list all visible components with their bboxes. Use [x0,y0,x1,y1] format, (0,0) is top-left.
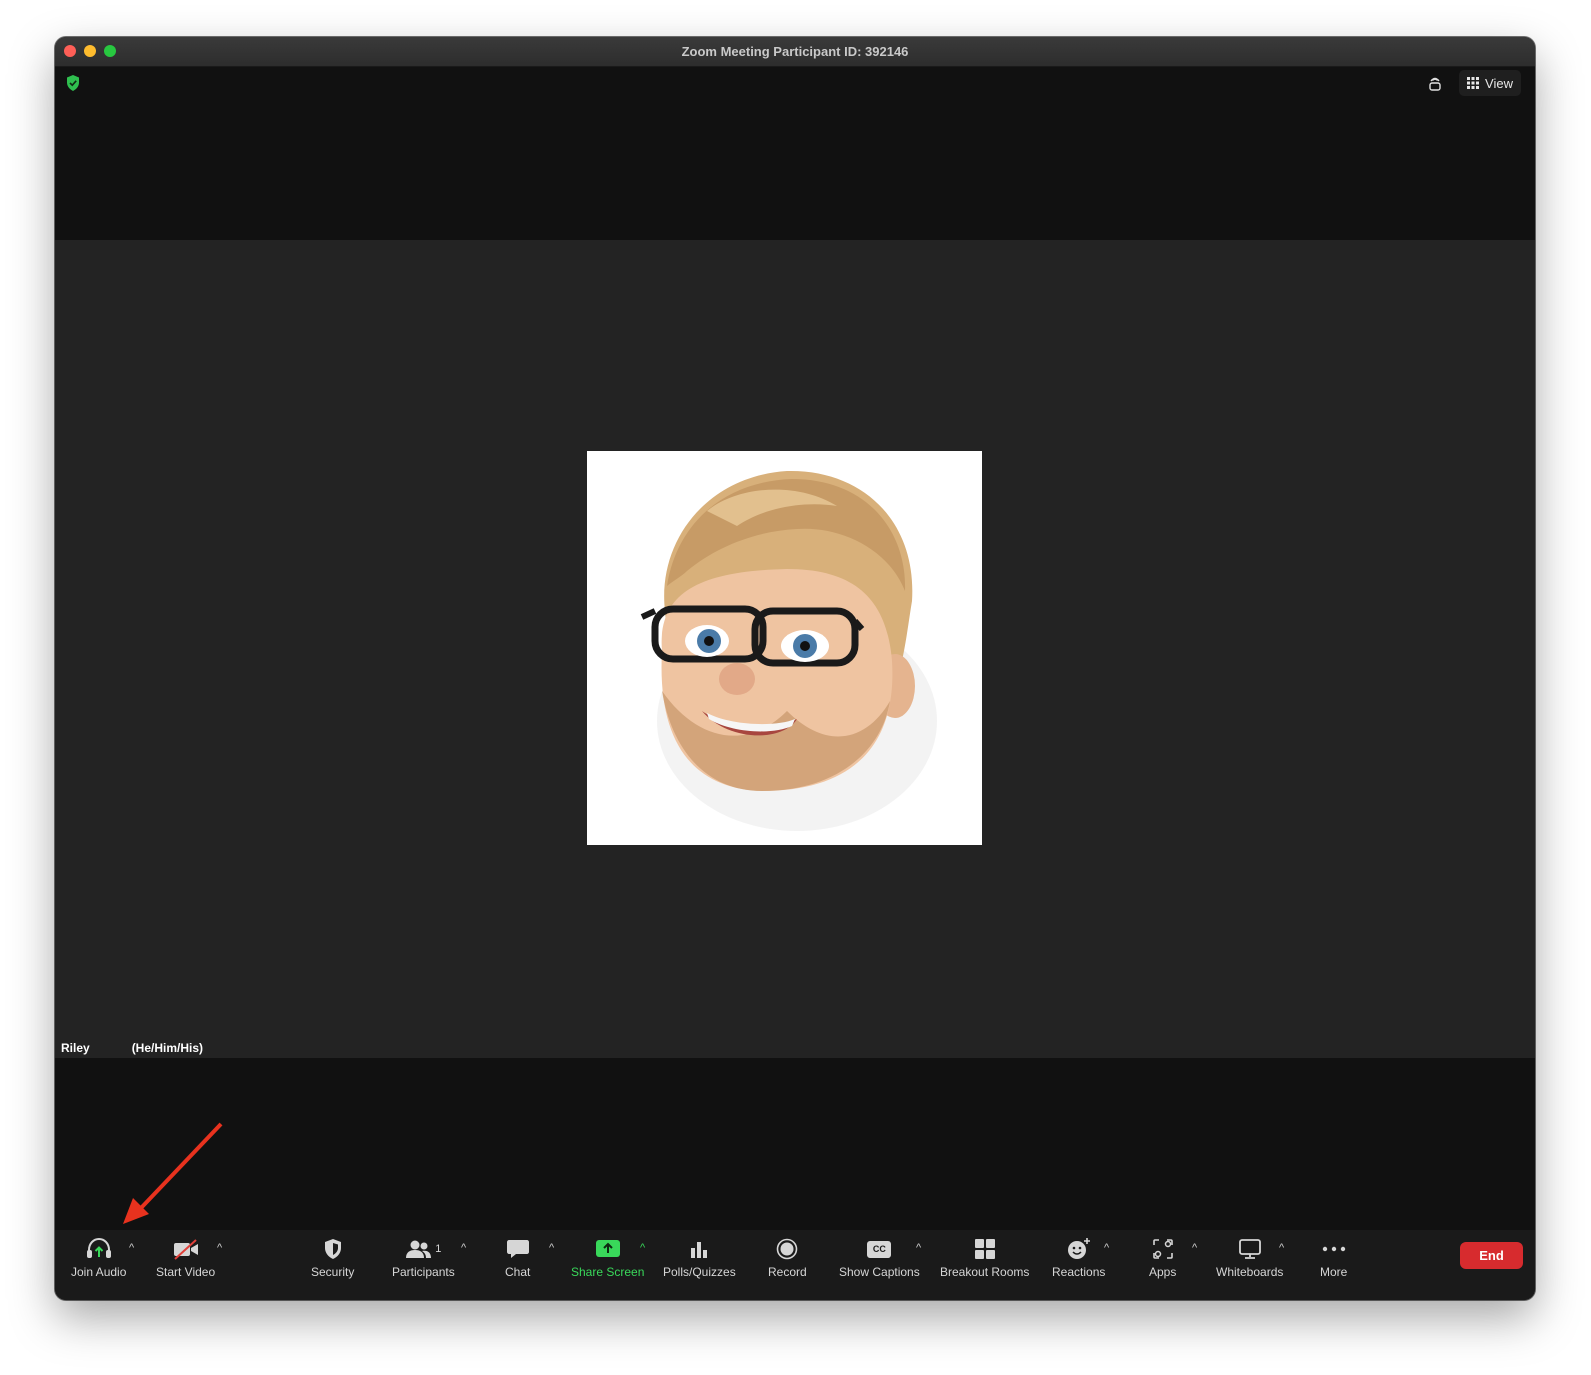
window-title: Zoom Meeting Participant ID: 392146 [681,44,909,59]
more-button[interactable]: More [1320,1236,1347,1284]
record-button[interactable]: Record [768,1236,807,1284]
redacted-name [91,1042,130,1054]
participant-avatar [587,451,982,845]
memoji-avatar-image [640,470,937,831]
share-screen-button[interactable]: Share Screen [571,1236,644,1284]
participants-icon [406,1240,432,1258]
grid-view-icon [1467,77,1480,89]
follow-camera-icon [1429,77,1441,91]
record-label: Record [768,1265,807,1279]
participant-pronouns: (He/Him/His) [131,1041,204,1055]
chat-bubble-icon [506,1240,529,1258]
video-stage[interactable]: Riley (He/Him/His) [55,240,1535,1058]
breakout-rooms-button[interactable]: Breakout Rooms [940,1236,1029,1284]
whiteboards-label: Whiteboards [1216,1265,1284,1279]
participants-count: 1 [435,1243,442,1255]
start-video-label: Start Video [156,1265,216,1279]
join-audio-button[interactable]: Join Audio [71,1236,126,1284]
show-captions-label: Show Captions [839,1265,920,1279]
captions-options-caret[interactable]: ^ [916,1242,921,1254]
security-shield-icon [324,1239,341,1259]
participants-label: Participants [392,1265,455,1279]
breakout-rooms-icon [974,1239,995,1259]
audio-options-caret[interactable]: ^ [129,1242,134,1254]
video-off-icon [173,1239,198,1260]
whiteboard-icon [1238,1239,1261,1259]
reactions-button[interactable]: Reactions [1052,1236,1105,1284]
title-bar: Zoom Meeting Participant ID: 392146 [55,37,1535,67]
headphones-icon [86,1237,111,1258]
apps-icon [1152,1239,1173,1259]
zoom-window: Zoom Meeting Participant ID: 392146 View [55,37,1535,1300]
share-screen-icon [595,1240,620,1257]
share-options-caret[interactable]: ^ [640,1242,645,1254]
reactions-icon [1067,1238,1090,1259]
join-audio-label: Join Audio [71,1265,127,1279]
share-screen-label: Share Screen [571,1265,645,1279]
participant-first-name: Riley [61,1041,90,1055]
view-button[interactable]: View [1459,70,1521,96]
meeting-toolbar: Join Audio ^ Start Video ^ Security 1 Pa… [55,1230,1535,1300]
chat-options-caret[interactable]: ^ [549,1242,554,1254]
reactions-label: Reactions [1052,1265,1106,1279]
apps-button[interactable]: Apps [1149,1236,1176,1284]
more-dots-icon [1322,1246,1345,1252]
apps-label: Apps [1149,1265,1177,1279]
polls-label: Polls/Quizzes [663,1265,736,1279]
security-button[interactable]: Security [311,1236,354,1284]
chat-label: Chat [505,1265,531,1279]
polls-icon [691,1242,708,1258]
reactions-options-caret[interactable]: ^ [1104,1242,1109,1254]
chat-button[interactable]: Chat [505,1236,530,1284]
more-label: More [1320,1265,1348,1279]
security-label: Security [311,1265,355,1279]
video-options-caret[interactable]: ^ [217,1242,222,1254]
record-icon [777,1238,798,1260]
end-meeting-button[interactable]: End [1460,1242,1523,1269]
whiteboards-options-caret[interactable]: ^ [1279,1242,1284,1254]
show-captions-button[interactable]: CC Show Captions [839,1236,920,1284]
view-label: View [1485,75,1513,91]
participants-button[interactable]: 1 Participants [392,1236,455,1284]
shield-check-icon[interactable] [66,75,80,91]
participant-name-tag: Riley (He/Him/His) [61,1041,203,1055]
participants-options-caret[interactable]: ^ [461,1242,466,1254]
captions-icon: CC [867,1240,892,1258]
whiteboards-button[interactable]: Whiteboards [1216,1236,1283,1284]
annotation-arrow-icon [123,1122,223,1224]
polls-button[interactable]: Polls/Quizzes [663,1236,736,1284]
follow-camera-button[interactable] [1419,70,1451,96]
apps-options-caret[interactable]: ^ [1192,1242,1197,1254]
top-right-controls: View [1419,70,1521,96]
start-video-button[interactable]: Start Video [156,1236,215,1284]
breakout-rooms-label: Breakout Rooms [940,1265,1030,1279]
